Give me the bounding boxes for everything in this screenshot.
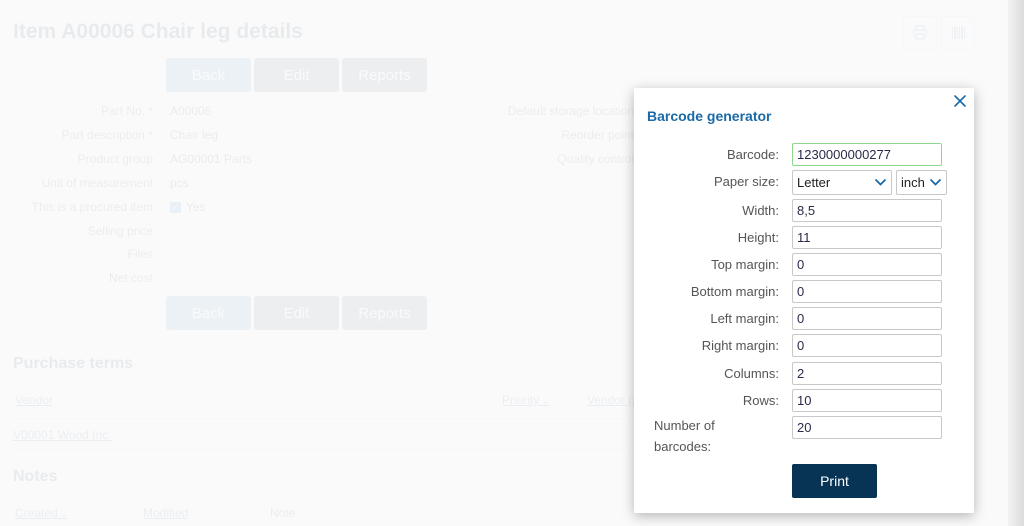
- number-of-barcodes-input[interactable]: [792, 416, 942, 439]
- columns-input[interactable]: [792, 362, 942, 385]
- bottom-margin-input[interactable]: [792, 280, 942, 303]
- paper-size-select[interactable]: Letter: [792, 170, 892, 195]
- rows-row: Rows:: [634, 389, 974, 412]
- paper-size-label: Paper size:: [713, 174, 779, 189]
- close-icon: [954, 95, 966, 107]
- rows-label: Rows:: [742, 393, 779, 408]
- bottom-margin-row: Bottom margin:: [634, 280, 974, 303]
- number-of-barcodes-label: Number of barcodes:: [654, 418, 715, 454]
- barcode-label: Barcode:: [726, 147, 779, 162]
- paper-size-row: Paper size: Letter inch: [634, 170, 974, 195]
- top-margin-row: Top margin:: [634, 253, 974, 276]
- left-margin-label: Left margin:: [710, 311, 779, 326]
- scrollbar-shadow: [1008, 0, 1024, 526]
- print-button[interactable]: Print: [792, 464, 877, 498]
- paper-size-value: Letter: [797, 175, 831, 190]
- right-margin-row: Right margin:: [634, 334, 974, 357]
- close-button[interactable]: [952, 93, 968, 109]
- right-margin-input[interactable]: [792, 334, 942, 357]
- chevron-down-icon: [874, 178, 887, 186]
- barcode-generator-dialog: Barcode generator Barcode: Paper size: L…: [634, 88, 974, 513]
- barcode-input[interactable]: [792, 143, 942, 166]
- top-margin-input[interactable]: [792, 253, 942, 276]
- unit-value: inch: [901, 175, 925, 190]
- width-row: Width:: [634, 199, 974, 222]
- width-label: Width:: [742, 203, 779, 218]
- columns-label: Columns:: [724, 366, 779, 381]
- height-input[interactable]: [792, 226, 942, 249]
- width-input[interactable]: [792, 199, 942, 222]
- columns-row: Columns:: [634, 362, 974, 385]
- left-margin-row: Left margin:: [634, 307, 974, 330]
- bottom-margin-label: Bottom margin:: [690, 284, 779, 299]
- height-row: Height:: [634, 226, 974, 249]
- unit-select[interactable]: inch: [896, 170, 947, 195]
- number-of-barcodes-row: Number of barcodes:: [634, 416, 974, 454]
- right-margin-label: Right margin:: [701, 338, 779, 353]
- dialog-title: Barcode generator: [647, 108, 772, 124]
- barcode-row: Barcode:: [634, 143, 974, 166]
- rows-input[interactable]: [792, 389, 942, 412]
- left-margin-input[interactable]: [792, 307, 942, 330]
- height-label: Height:: [737, 230, 779, 245]
- top-margin-label: Top margin:: [711, 257, 779, 272]
- chevron-down-icon: [929, 178, 942, 186]
